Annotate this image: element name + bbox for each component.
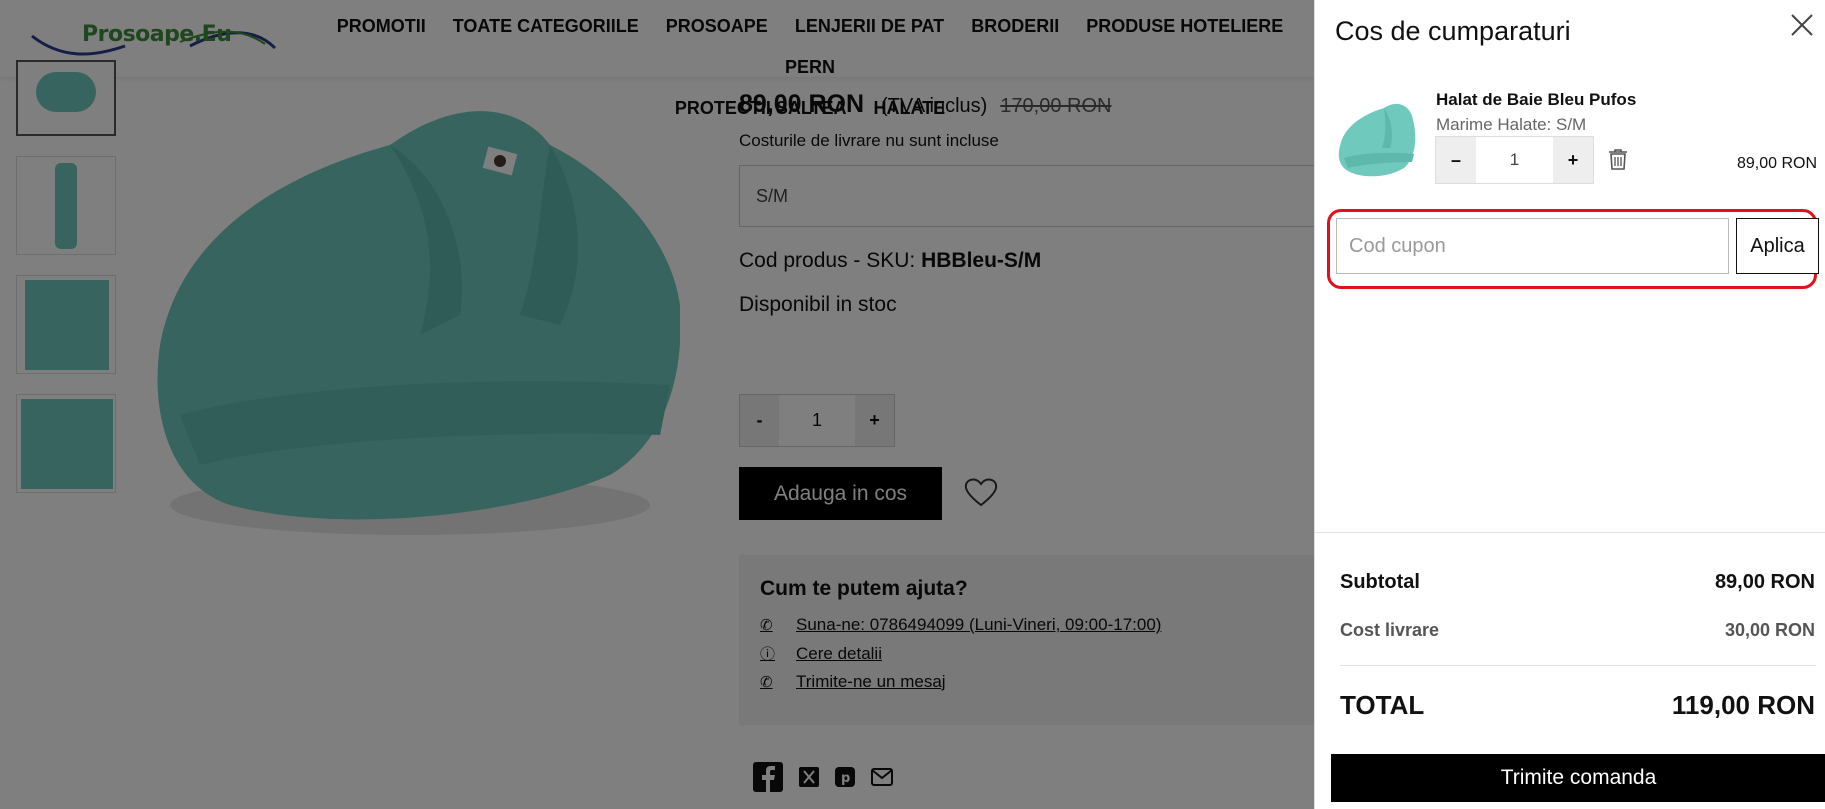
cart-title: Cos de cumparaturi — [1335, 16, 1571, 46]
subtotal-label: Subtotal — [1340, 571, 1420, 593]
cart-qty-value[interactable]: 1 — [1476, 137, 1553, 183]
cart-drawer: Cos de cumparaturi Halat de Baie Bleu Pu… — [1314, 0, 1825, 809]
total-value: 119,00 RON — [1671, 690, 1815, 720]
shipping-value: 30,00 RON — [1724, 620, 1815, 640]
subtotal-value: 89,00 RON — [1714, 571, 1815, 593]
checkout-button[interactable]: Trimite comanda — [1331, 754, 1825, 802]
coupon-input[interactable] — [1336, 218, 1729, 274]
cart-quantity-stepper: – 1 + — [1435, 136, 1594, 184]
cart-item-image[interactable] — [1334, 96, 1418, 184]
divider — [1315, 532, 1825, 533]
cart-item-price: 89,00 RON — [1736, 155, 1817, 172]
cart-item-name[interactable]: Halat de Baie Bleu Pufos — [1436, 90, 1636, 110]
total-label: TOTAL — [1340, 690, 1425, 720]
total-row: TOTAL 119,00 RON — [1340, 690, 1815, 721]
cart-qty-decrease-button[interactable]: – — [1436, 137, 1476, 183]
cart-qty-increase-button[interactable]: + — [1553, 137, 1593, 183]
apply-coupon-button[interactable]: Aplica — [1736, 218, 1819, 274]
trash-icon[interactable] — [1607, 148, 1629, 175]
divider — [1340, 665, 1816, 666]
subtotal-row: Subtotal 89,00 RON — [1340, 571, 1815, 594]
close-icon[interactable] — [1789, 12, 1815, 38]
cart-item-variant: Marime Halate: S/M — [1436, 115, 1587, 134]
shipping-row: Cost livrare 30,00 RON — [1340, 620, 1815, 641]
shipping-label: Cost livrare — [1340, 620, 1440, 640]
page-dim-overlay[interactable] — [0, 0, 1314, 809]
